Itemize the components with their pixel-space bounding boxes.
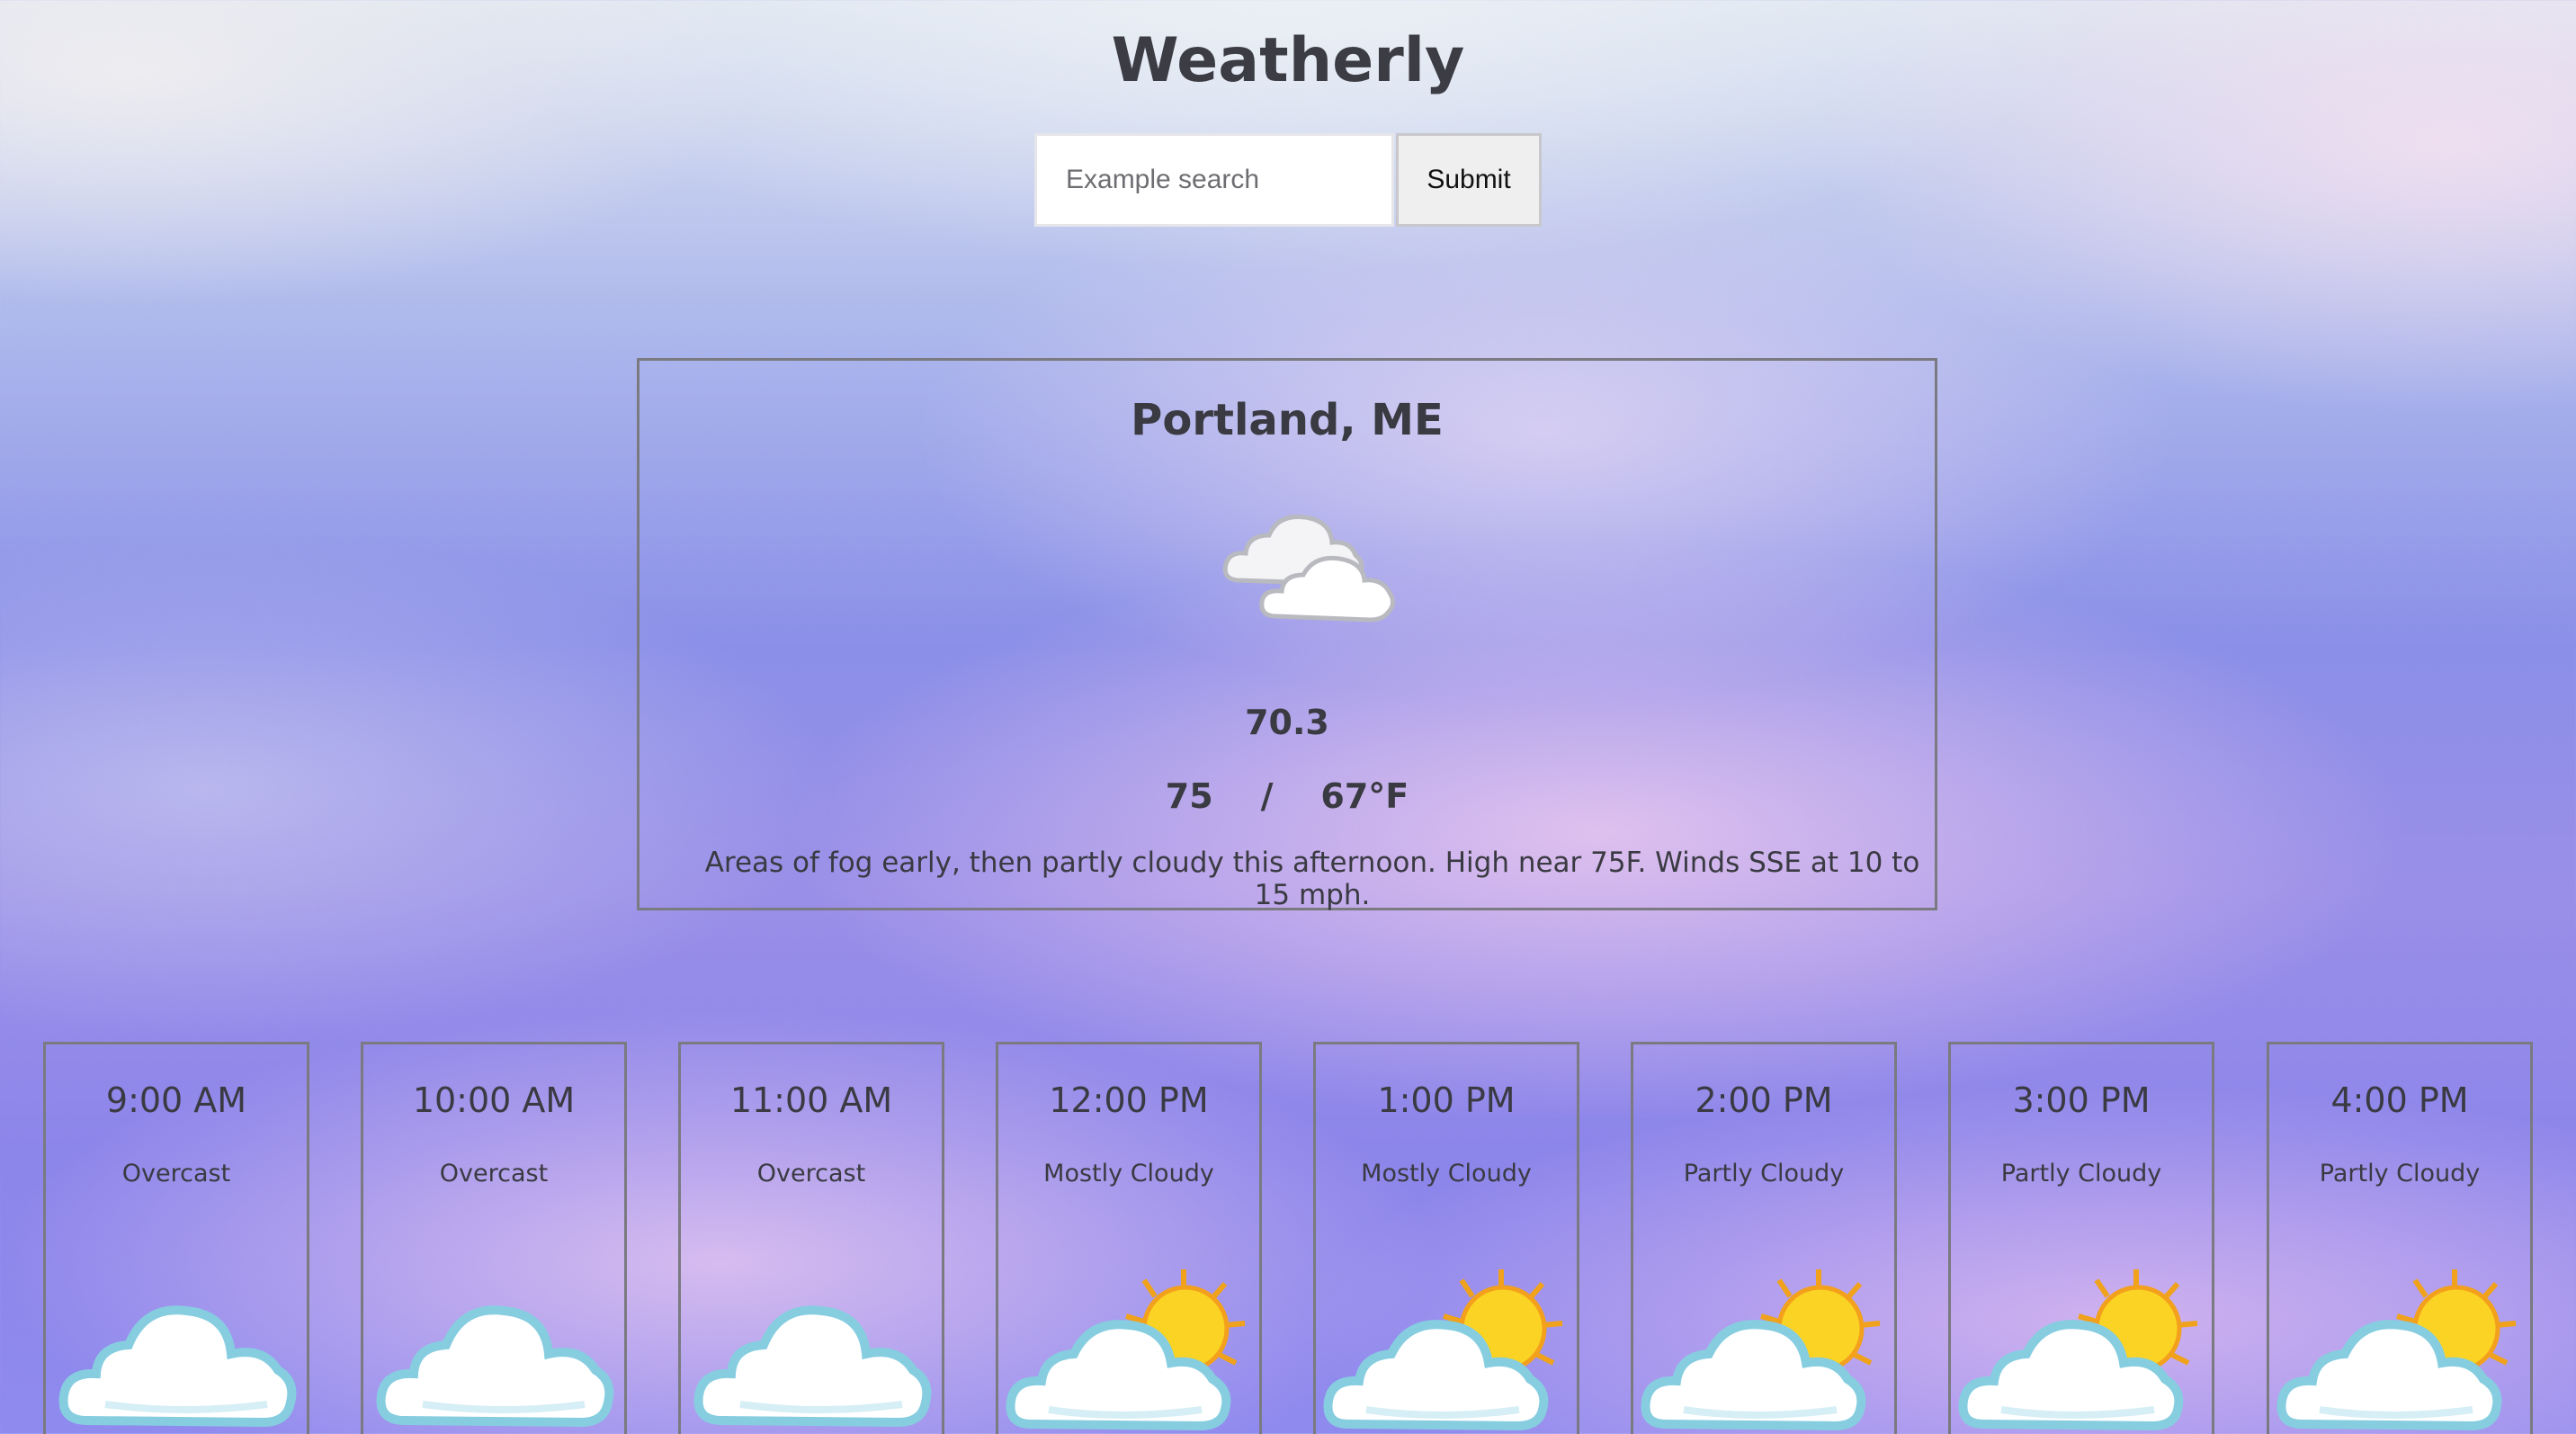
hour-card: 1:00 PM Mostly Cloudy [1313, 1042, 1579, 1434]
hour-condition: Overcast [121, 1160, 231, 1188]
current-weather-card: Portland, ME 70.3 75 / 67°F Areas of fog… [637, 358, 1937, 911]
hour-card: 9:00 AM Overcast [43, 1042, 309, 1434]
hour-condition: Mostly Cloudy [1361, 1160, 1532, 1188]
hour-time: 11:00 AM [729, 1080, 893, 1120]
hour-condition: Partly Cloudy [2000, 1160, 2162, 1188]
hour-condition: Partly Cloudy [1683, 1160, 1845, 1188]
hour-card: 11:00 AM Overcast [678, 1042, 944, 1434]
cloud-icon [369, 1269, 621, 1434]
cloud-icon [686, 1269, 938, 1434]
search-form: Submit [1034, 133, 1542, 227]
location-name: Portland, ME [1131, 395, 1444, 445]
hour-condition: Partly Cloudy [2319, 1160, 2481, 1188]
submit-button[interactable]: Submit [1396, 133, 1542, 227]
sun-cloud-icon [1004, 1269, 1256, 1434]
hour-time: 10:00 AM [412, 1080, 576, 1120]
hour-card: 2:00 PM Partly Cloudy [1631, 1042, 1897, 1434]
hour-time: 2:00 PM [1695, 1080, 1833, 1120]
hour-condition: Mostly Cloudy [1043, 1160, 1214, 1188]
app-title: Weatherly [1111, 25, 1465, 96]
header: Weatherly [0, 25, 2576, 97]
hourly-forecast: 9:00 AM Overcast 10:00 AM Overcast 11:00… [43, 1042, 2533, 1434]
sun-cloud-icon [2275, 1269, 2527, 1434]
hour-condition: Overcast [756, 1160, 866, 1188]
hour-card: 3:00 PM Partly Cloudy [1948, 1042, 2214, 1434]
hour-time: 1:00 PM [1377, 1080, 1516, 1120]
forecast-description: Areas of fog early, then partly cloudy t… [704, 847, 1920, 911]
hour-card: 4:00 PM Partly Cloudy [2267, 1042, 2533, 1434]
cloud-icon [51, 1269, 303, 1434]
high-low-temperature: 75 / 67°F [1165, 776, 1409, 816]
sun-cloud-icon [1956, 1269, 2208, 1434]
hour-time: 4:00 PM [2330, 1080, 2469, 1120]
hour-card: 10:00 AM Overcast [361, 1042, 627, 1434]
hour-card: 12:00 PM Mostly Cloudy [996, 1042, 1262, 1434]
current-temperature: 70.3 [1245, 703, 1329, 742]
hour-condition: Overcast [439, 1160, 549, 1188]
hour-time: 9:00 AM [105, 1080, 247, 1120]
hour-time: 3:00 PM [2012, 1080, 2151, 1120]
search-input[interactable] [1034, 133, 1394, 227]
sun-cloud-icon [1639, 1269, 1891, 1434]
hour-time: 12:00 PM [1049, 1080, 1209, 1120]
sun-cloud-icon [1321, 1269, 1573, 1434]
partly-cloudy-icon [1221, 505, 1400, 631]
